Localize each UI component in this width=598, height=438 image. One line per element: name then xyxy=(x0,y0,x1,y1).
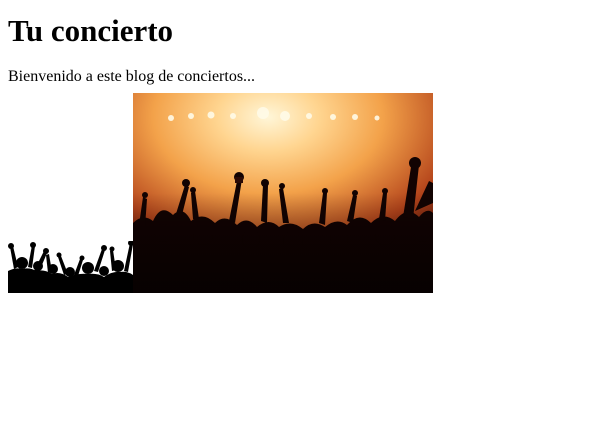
page-title: Tu concierto xyxy=(8,13,174,48)
crowd-silhouette-image xyxy=(8,241,133,293)
concert-photo-image xyxy=(133,93,433,293)
page-content: Tu concierto Bienvenido a este blog de c… xyxy=(0,13,598,293)
intro-text: Bienvenido a este blog de conciertos... xyxy=(8,68,256,85)
image-row xyxy=(8,93,590,293)
